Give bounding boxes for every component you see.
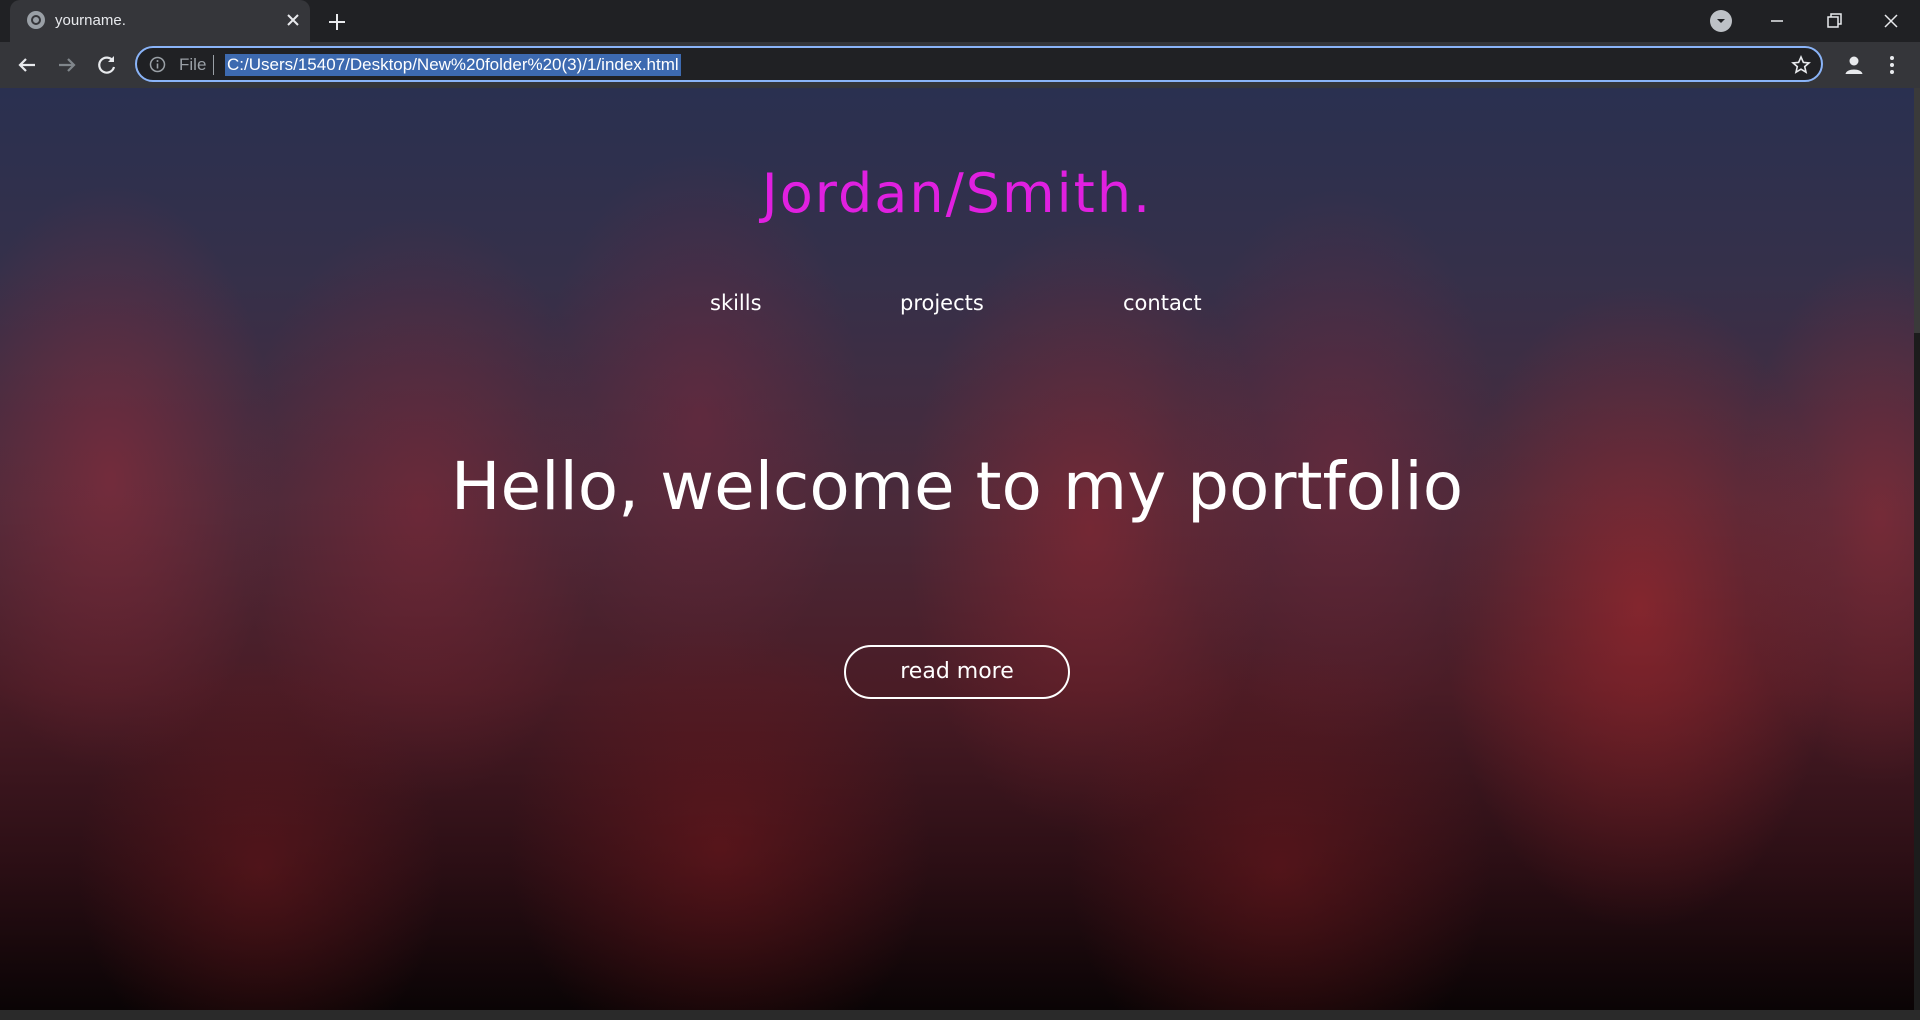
- account-icon[interactable]: [1842, 53, 1866, 77]
- url-text[interactable]: C:/Users/15407/Desktop/New%20folder%20(3…: [225, 54, 681, 76]
- close-tab-icon[interactable]: [282, 9, 304, 31]
- nav-link-projects[interactable]: projects: [900, 291, 984, 315]
- new-tab-icon[interactable]: [324, 9, 350, 35]
- info-icon[interactable]: [149, 56, 166, 73]
- minimize-icon[interactable]: [1764, 8, 1790, 34]
- address-separator: [213, 55, 214, 75]
- tab-search-icon[interactable]: [1710, 10, 1732, 32]
- close-window-icon[interactable]: [1878, 8, 1904, 34]
- bookmark-star-icon[interactable]: [1791, 55, 1811, 75]
- more-menu-icon[interactable]: [1880, 53, 1904, 77]
- tab-title: yourname.: [55, 12, 126, 29]
- browser-tab[interactable]: yourname.: [10, 0, 310, 42]
- page-viewport: Jordan/Smith. skills projects contact He…: [0, 88, 1914, 1010]
- read-more-button[interactable]: read more: [844, 645, 1070, 699]
- nav-link-contact[interactable]: contact: [1123, 291, 1202, 315]
- globe-icon: [27, 11, 45, 29]
- file-scheme-label: File: [179, 55, 207, 74]
- restore-icon[interactable]: [1821, 8, 1847, 34]
- browser-title-bar: yourname.: [0, 0, 1920, 42]
- hero-title: Hello, welcome to my portfolio: [450, 448, 1464, 525]
- address-bar[interactable]: File C:/Users/15407/Desktop/New%20folder…: [135, 46, 1823, 82]
- bottom-edge: [0, 1010, 1920, 1020]
- reload-icon[interactable]: [93, 51, 121, 79]
- nav-link-skills[interactable]: skills: [710, 291, 762, 315]
- scrollbar-thumb[interactable]: [1914, 88, 1920, 333]
- browser-toolbar: File C:/Users/15407/Desktop/New%20folder…: [0, 42, 1920, 88]
- forward-arrow-icon[interactable]: [53, 51, 81, 79]
- back-arrow-icon[interactable]: [13, 51, 41, 79]
- site-logo[interactable]: Jordan/Smith.: [0, 162, 1914, 225]
